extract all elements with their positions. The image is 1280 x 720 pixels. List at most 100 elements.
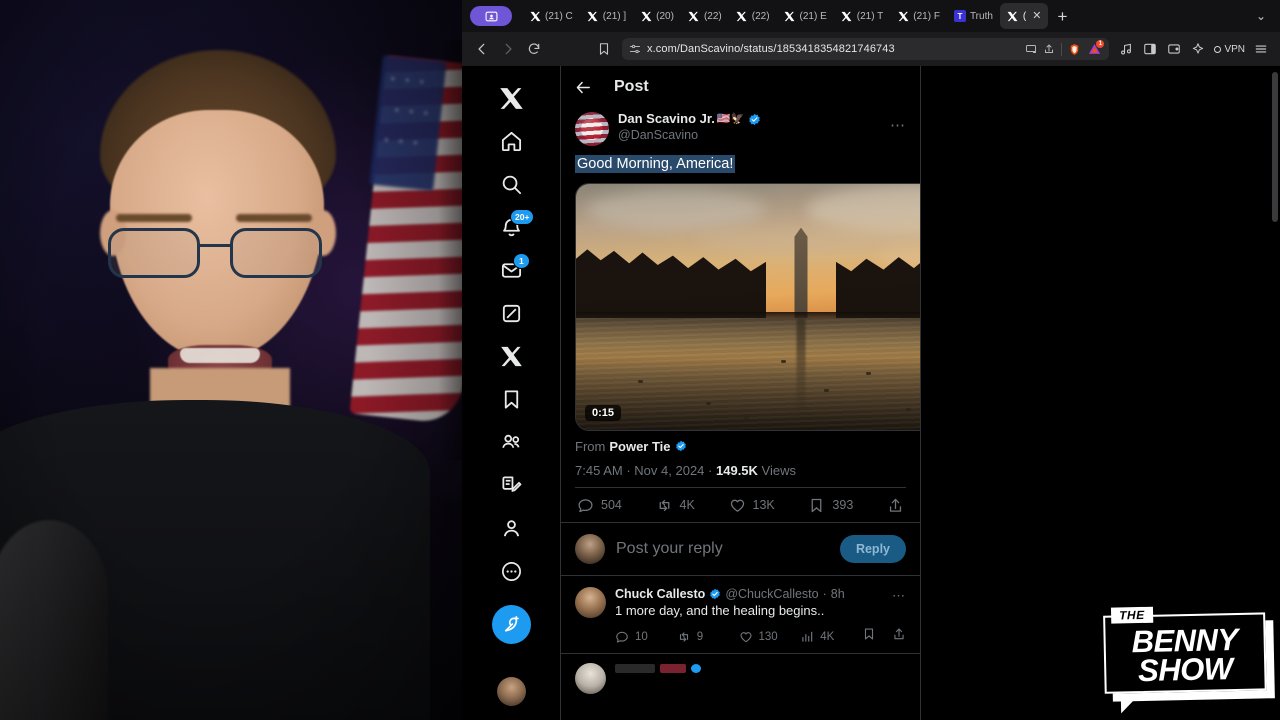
like-button[interactable]: 13K — [729, 497, 775, 514]
verified-badge-icon — [748, 113, 761, 126]
browser-tab-7[interactable]: (21) T — [834, 3, 891, 29]
debris — [706, 401, 711, 405]
truth-social-icon: T — [953, 10, 966, 22]
vpn-toggle[interactable]: VPN — [1211, 44, 1248, 55]
wallet-icon[interactable] — [1163, 38, 1185, 60]
toolbar-divider — [1061, 42, 1063, 56]
more-options-icon[interactable]: ⋯ — [892, 588, 906, 604]
meta-separator: · — [708, 462, 713, 478]
reply-author-name[interactable]: Chuck Callesto — [615, 587, 705, 601]
author-name[interactable]: Dan Scavino Jr. — [618, 111, 715, 127]
post-date: Nov 4, 2024 — [634, 462, 705, 478]
brave-lion-icon[interactable] — [1068, 43, 1081, 56]
sidebar-item-communities[interactable] — [491, 422, 531, 462]
meta-separator: · — [626, 462, 631, 478]
reply-like-button[interactable]: 130 — [739, 630, 801, 644]
forward-arrow-icon[interactable] — [496, 37, 520, 61]
author-handle[interactable]: @DanScavino — [618, 127, 761, 143]
browser-tab-4[interactable]: (22) — [681, 3, 729, 29]
x-logo-icon — [529, 10, 541, 22]
reply-submit-button[interactable]: Reply — [839, 534, 906, 563]
sidebar-item-search[interactable] — [491, 164, 531, 204]
compose-post-button[interactable] — [491, 605, 531, 644]
reply-reply-button[interactable]: 10 — [615, 630, 677, 644]
bookmark-icon[interactable] — [862, 627, 876, 646]
post-source-row: From Power Tie — [575, 439, 906, 454]
leo-ai-icon[interactable] — [1187, 38, 1209, 60]
post-video-media[interactable]: 0:15 — [575, 182, 920, 431]
post-text: Good Morning, America! — [575, 155, 906, 175]
sidebar-item-lists[interactable] — [491, 465, 531, 505]
reply-button[interactable]: 504 — [577, 497, 622, 514]
sidebar-item-profile[interactable] — [491, 508, 531, 548]
reply-composer[interactable]: Post your reply Reply — [561, 521, 920, 575]
close-icon[interactable]: ✕ — [1032, 10, 1041, 22]
hamburger-menu-icon[interactable] — [1250, 38, 1272, 60]
cast-icon[interactable] — [1025, 43, 1037, 55]
reply-time[interactable]: 8h — [831, 587, 845, 601]
chevron-down-icon[interactable]: ⌄ — [1248, 9, 1274, 23]
post-engagement-bar: 504 4K 13K 393 — [575, 486, 906, 522]
reply-repost-button[interactable]: 9 — [677, 630, 739, 644]
sidebar-item-bookmarks[interactable] — [491, 379, 531, 419]
reply-text: 1 more day, and the healing begins.. — [615, 602, 825, 618]
logo-speech-tail — [1120, 699, 1136, 714]
name-placeholder — [615, 664, 655, 674]
x-logo-icon — [587, 10, 599, 22]
reply-count: 504 — [601, 498, 622, 513]
browser-tab-2[interactable]: (21) ] — [580, 3, 633, 29]
back-arrow-icon[interactable] — [575, 79, 592, 96]
tab-title: ( — [1022, 10, 1027, 22]
scrollbar-thumb[interactable] — [1272, 72, 1278, 222]
share-icon[interactable] — [892, 627, 906, 646]
avatar[interactable] — [575, 533, 605, 564]
avatar[interactable] — [575, 663, 606, 695]
brave-rewards-icon[interactable]: 1 — [1087, 39, 1105, 57]
address-bar[interactable]: x.com/DanScavino/status/1853418354821746… — [622, 38, 1110, 60]
sidebar-item-messages[interactable]: 1 — [491, 250, 531, 290]
site-settings-icon[interactable] — [629, 43, 641, 55]
browser-tab-active[interactable]: ( ✕ — [999, 3, 1049, 29]
new-tab-button[interactable]: + — [1048, 8, 1076, 25]
benny-show-logo: BENNY SHOW THE — [1103, 606, 1275, 714]
logo-line-2: SHOW — [1137, 651, 1233, 689]
reply-item: Chuck Callesto @ChuckCallesto · 8h 1 mor… — [561, 574, 920, 654]
share-icon[interactable] — [1043, 43, 1055, 55]
repost-button[interactable]: 4K — [656, 497, 695, 514]
sidebar-panel-icon[interactable] — [1139, 38, 1161, 60]
sidebar-item-grok[interactable] — [491, 293, 531, 333]
notifications-badge: 20+ — [510, 209, 535, 225]
avatar[interactable] — [575, 586, 606, 618]
extension-pill-button[interactable] — [470, 6, 512, 26]
sidebar-item-more[interactable] — [491, 551, 531, 591]
music-note-icon[interactable] — [1115, 38, 1137, 60]
browser-tab-truth-social[interactable]: T Truth — [947, 3, 1000, 29]
more-options-icon[interactable]: ⋯ — [890, 116, 906, 134]
tab-title: (20) — [656, 10, 674, 22]
debris — [744, 415, 749, 419]
browser-tab-8[interactable]: (21) F — [890, 3, 947, 29]
browser-tab-1[interactable]: (21) C — [522, 3, 580, 29]
x-logo-icon — [640, 10, 652, 22]
reply-views-button[interactable]: 4K — [800, 630, 862, 644]
bookmark-icon[interactable] — [592, 37, 616, 61]
bookmark-button[interactable]: 393 — [808, 497, 853, 514]
reply-input[interactable]: Post your reply — [616, 540, 829, 558]
sidebar-item-notifications[interactable]: 20+ — [491, 207, 535, 247]
back-arrow-icon[interactable] — [470, 37, 494, 61]
tab-title: (21) ] — [602, 10, 627, 22]
verified-badge-icon — [691, 664, 701, 674]
sidebar-item-home[interactable] — [491, 121, 531, 161]
browser-tab-6[interactable]: (21) E — [777, 3, 834, 29]
reply-author-handle[interactable]: @ChuckCallesto — [725, 587, 818, 601]
sidebar-item-premium[interactable] — [491, 336, 531, 376]
share-button[interactable] — [887, 497, 904, 514]
source-name[interactable]: Power Tie — [609, 439, 670, 454]
browser-window: (21) C (21) ] (20) (22) (22) (21) E (21)… — [462, 0, 1280, 720]
avatar[interactable] — [575, 112, 609, 146]
browser-tab-5[interactable]: (22) — [729, 3, 777, 29]
reload-icon[interactable] — [522, 37, 546, 61]
browser-tab-3[interactable]: (20) — [633, 3, 681, 29]
avatar[interactable] — [496, 677, 526, 706]
sidebar-item-x-logo[interactable] — [491, 78, 531, 118]
